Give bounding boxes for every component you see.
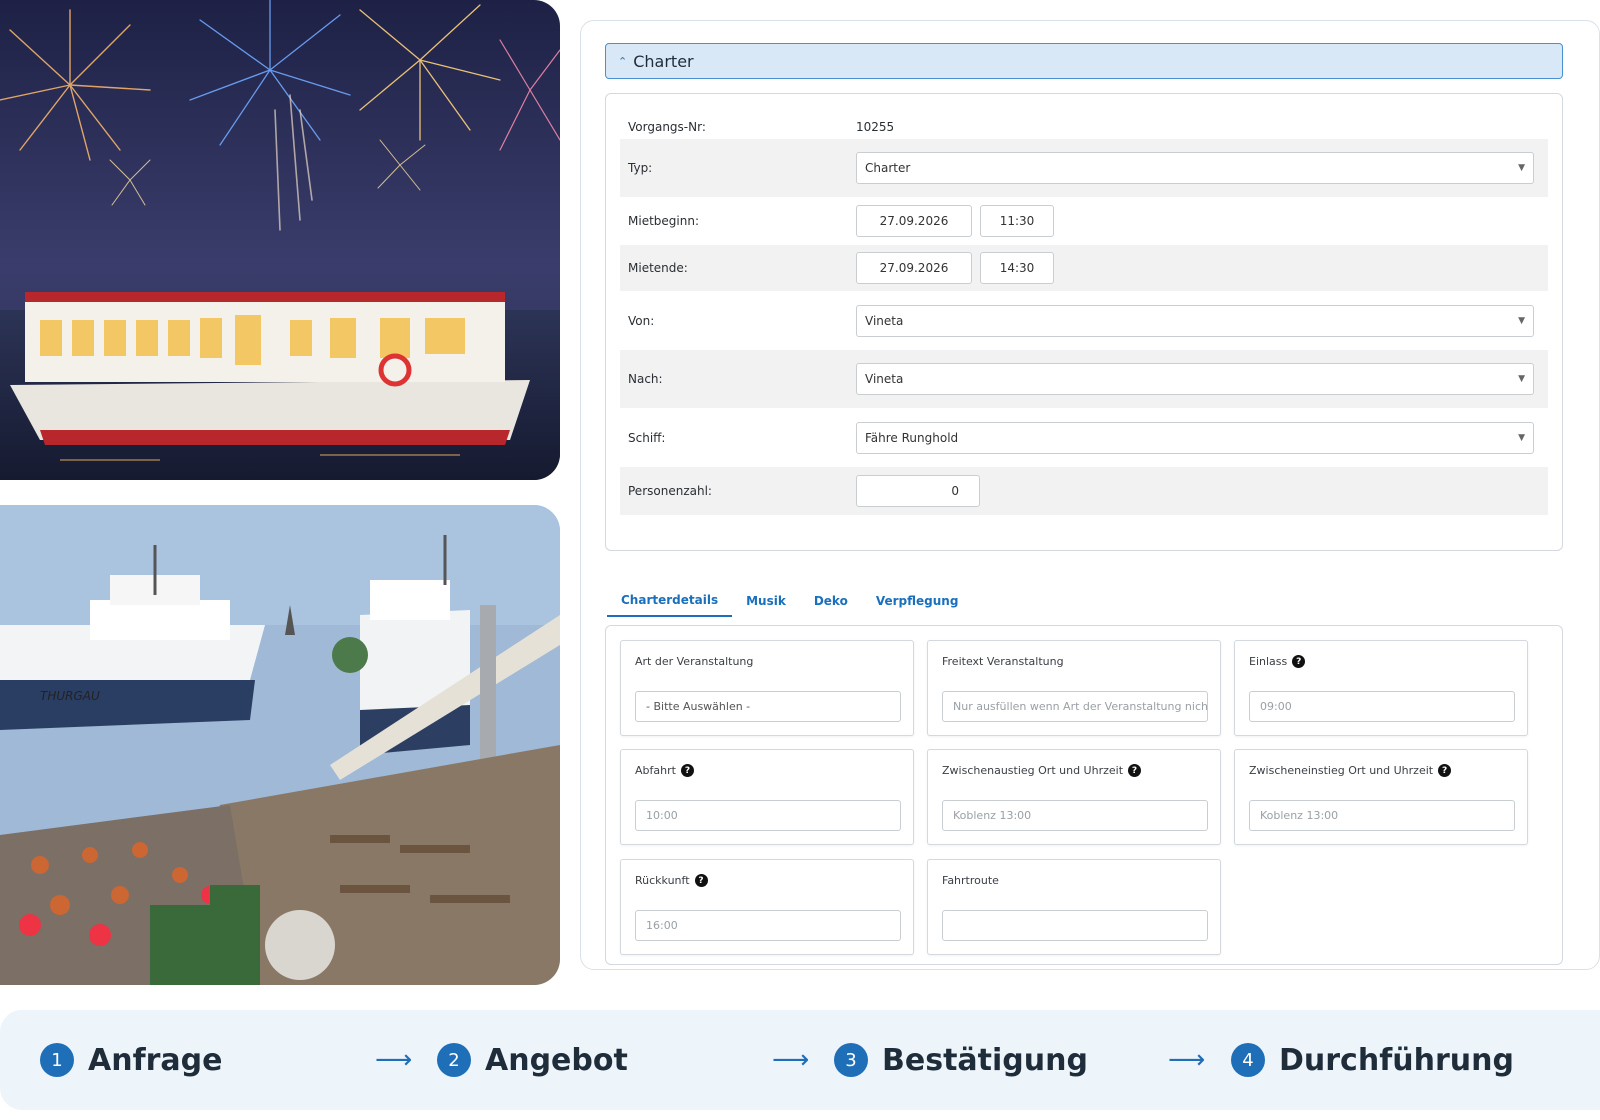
einlass-label: Einlass — [1249, 655, 1288, 668]
nach-select[interactable]: Vineta ▼ — [856, 363, 1534, 395]
mietbeginn-label: Mietbeginn: — [628, 214, 699, 228]
tab-deko[interactable]: Deko — [800, 585, 862, 617]
zwischeneinstieg-label: Zwischeneinstieg Ort und Uhrzeit — [1249, 764, 1434, 777]
charter-form: Vorgangs-Nr: 10255 Typ: Charter ▼ Mietbe… — [605, 93, 1563, 551]
step-number: 1 — [40, 1043, 74, 1077]
zwischeneinstieg-input[interactable]: Koblenz 13:00 — [1249, 800, 1515, 831]
help-icon[interactable]: ? — [1128, 764, 1142, 777]
rueckkunft-label-wrap: Rückkunft? — [635, 874, 708, 887]
card-rueckkunft: Rückkunft? 16:00 — [620, 859, 914, 955]
row-personen: Personenzahl: 0 — [620, 467, 1548, 515]
help-icon[interactable]: ? — [1292, 655, 1306, 668]
mietende-label: Mietende: — [628, 261, 688, 275]
help-icon[interactable]: ? — [694, 874, 708, 887]
harbor-pier-photo: THURGAU — [0, 505, 560, 985]
row-nach: Nach: Vineta ▼ — [620, 350, 1548, 408]
step-name: Bestätigung — [882, 1042, 1088, 1078]
schiff-value: Fähre Runghold — [865, 430, 959, 445]
step-angebot: 2 Angebot — [437, 1010, 628, 1110]
step-name: Anfrage — [88, 1042, 223, 1078]
zwischenausstieg-input[interactable]: Koblenz 13:00 — [942, 800, 1208, 831]
dropdown-arrow-icon: ▼ — [1518, 315, 1525, 326]
arrow-right-icon: ⟶ — [375, 1045, 413, 1075]
von-label: Von: — [628, 313, 655, 328]
fahrtroute-input[interactable] — [942, 910, 1208, 941]
charter-panel: ⌃ Charter Vorgangs-Nr: 10255 Typ: Charte… — [580, 20, 1600, 970]
row-mietbeginn: Mietbeginn: 27.09.2026 11:30 — [620, 197, 1548, 245]
detail-tabs: Charterdetails Musik Deko Verpflegung — [607, 585, 972, 617]
mietende-date-input[interactable]: 27.09.2026 — [856, 252, 972, 284]
abfahrt-label: Abfahrt — [635, 764, 676, 777]
card-freitext: Freitext Veranstaltung Nur ausfüllen wen… — [927, 640, 1221, 736]
card-fahrtroute: Fahrtroute — [927, 859, 1221, 955]
nach-value: Vineta — [865, 372, 904, 386]
process-steps: 1 Anfrage ⟶ 2 Angebot ⟶ 3 Bestätigung ⟶ … — [0, 1010, 1600, 1110]
vorgang-value: 10255 — [856, 119, 895, 134]
step-number: 4 — [1231, 1043, 1265, 1077]
dropdown-arrow-icon: ▼ — [1518, 163, 1525, 173]
step-number: 2 — [437, 1043, 471, 1077]
art-select[interactable]: - Bitte Auswählen - — [635, 691, 901, 722]
einlass-input[interactable]: 09:00 — [1249, 691, 1515, 722]
card-einlass: Einlass? 09:00 — [1234, 640, 1528, 736]
nach-label: Nach: — [628, 372, 663, 386]
von-select[interactable]: Vineta ▼ — [856, 304, 1534, 337]
step-durchfuehrung: 4 Durchführung — [1231, 1010, 1514, 1110]
abfahrt-input[interactable]: 10:00 — [635, 800, 901, 831]
tab-musik[interactable]: Musik — [732, 585, 800, 617]
step-anfrage: 1 Anfrage — [40, 1010, 223, 1110]
fahrtroute-label: Fahrtroute — [942, 874, 999, 887]
typ-label: Typ: — [628, 161, 653, 175]
tab-charterdetails[interactable]: Charterdetails — [607, 585, 733, 617]
svg-text:THURGAU: THURGAU — [40, 689, 100, 703]
mietbeginn-date-input[interactable]: 27.09.2026 — [856, 205, 972, 237]
card-zwischeneinstieg: Zwischeneinstieg Ort und Uhrzeit? Koblen… — [1234, 749, 1528, 845]
schiff-select[interactable]: Fähre Runghold ▼ — [856, 421, 1534, 454]
step-bestaetigung: 3 Bestätigung — [834, 1010, 1088, 1110]
row-mietende: Mietende: 27.09.2026 14:30 — [620, 245, 1548, 291]
step-number: 3 — [834, 1043, 868, 1077]
art-label: Art der Veranstaltung — [635, 655, 754, 668]
tab-verpflegung[interactable]: Verpflegung — [862, 585, 973, 617]
vorgang-label: Vorgangs-Nr: — [628, 119, 706, 134]
arrow-right-icon: ⟶ — [1168, 1045, 1206, 1075]
chevron-up-icon[interactable]: ⌃ — [618, 55, 627, 68]
step-name: Durchführung — [1279, 1042, 1514, 1078]
freitext-input[interactable]: Nur ausfüllen wenn Art der Veranstaltung… — [942, 691, 1208, 722]
einlass-label-wrap: Einlass? — [1249, 655, 1306, 668]
fireworks-boat-photo — [0, 0, 560, 480]
charterdetails-panel: Art der Veranstaltung - Bitte Auswählen … — [605, 625, 1563, 965]
typ-select[interactable]: Charter ▼ — [856, 152, 1534, 184]
row-schiff: Schiff: Fähre Runghold ▼ — [620, 408, 1548, 467]
help-icon[interactable]: ? — [1438, 764, 1452, 777]
card-abfahrt: Abfahrt? 10:00 — [620, 749, 914, 845]
typ-value: Charter — [865, 161, 911, 175]
card-art: Art der Veranstaltung - Bitte Auswählen … — [620, 640, 914, 736]
zwischeneinstieg-label-wrap: Zwischeneinstieg Ort und Uhrzeit? — [1249, 764, 1452, 777]
row-von: Von: Vineta ▼ — [620, 291, 1548, 350]
card-zwischenausstieg: Zwischenaustieg Ort und Uhrzeit? Koblenz… — [927, 749, 1221, 845]
mietende-time-input[interactable]: 14:30 — [980, 252, 1054, 284]
freitext-label: Freitext Veranstaltung — [942, 655, 1064, 668]
personenzahl-input[interactable]: 0 — [856, 475, 980, 507]
mietbeginn-time-input[interactable]: 11:30 — [980, 205, 1054, 237]
rueckkunft-input[interactable]: 16:00 — [635, 910, 901, 941]
charter-section-header[interactable]: ⌃ Charter — [605, 43, 1563, 79]
zwischenausstieg-label: Zwischenaustieg Ort und Uhrzeit — [942, 764, 1124, 777]
schiff-label: Schiff: — [628, 430, 666, 445]
help-icon[interactable]: ? — [680, 764, 694, 777]
dropdown-arrow-icon: ▼ — [1518, 374, 1525, 384]
row-typ: Typ: Charter ▼ — [620, 139, 1548, 197]
dropdown-arrow-icon: ▼ — [1518, 432, 1525, 443]
personen-label: Personenzahl: — [628, 484, 712, 498]
step-name: Angebot — [485, 1042, 628, 1078]
zwischenausstieg-label-wrap: Zwischenaustieg Ort und Uhrzeit? — [942, 764, 1142, 777]
section-title: Charter — [633, 51, 694, 71]
arrow-right-icon: ⟶ — [772, 1045, 810, 1075]
abfahrt-label-wrap: Abfahrt? — [635, 764, 694, 777]
von-value: Vineta — [865, 313, 904, 328]
rueckkunft-label: Rückkunft — [635, 874, 690, 887]
